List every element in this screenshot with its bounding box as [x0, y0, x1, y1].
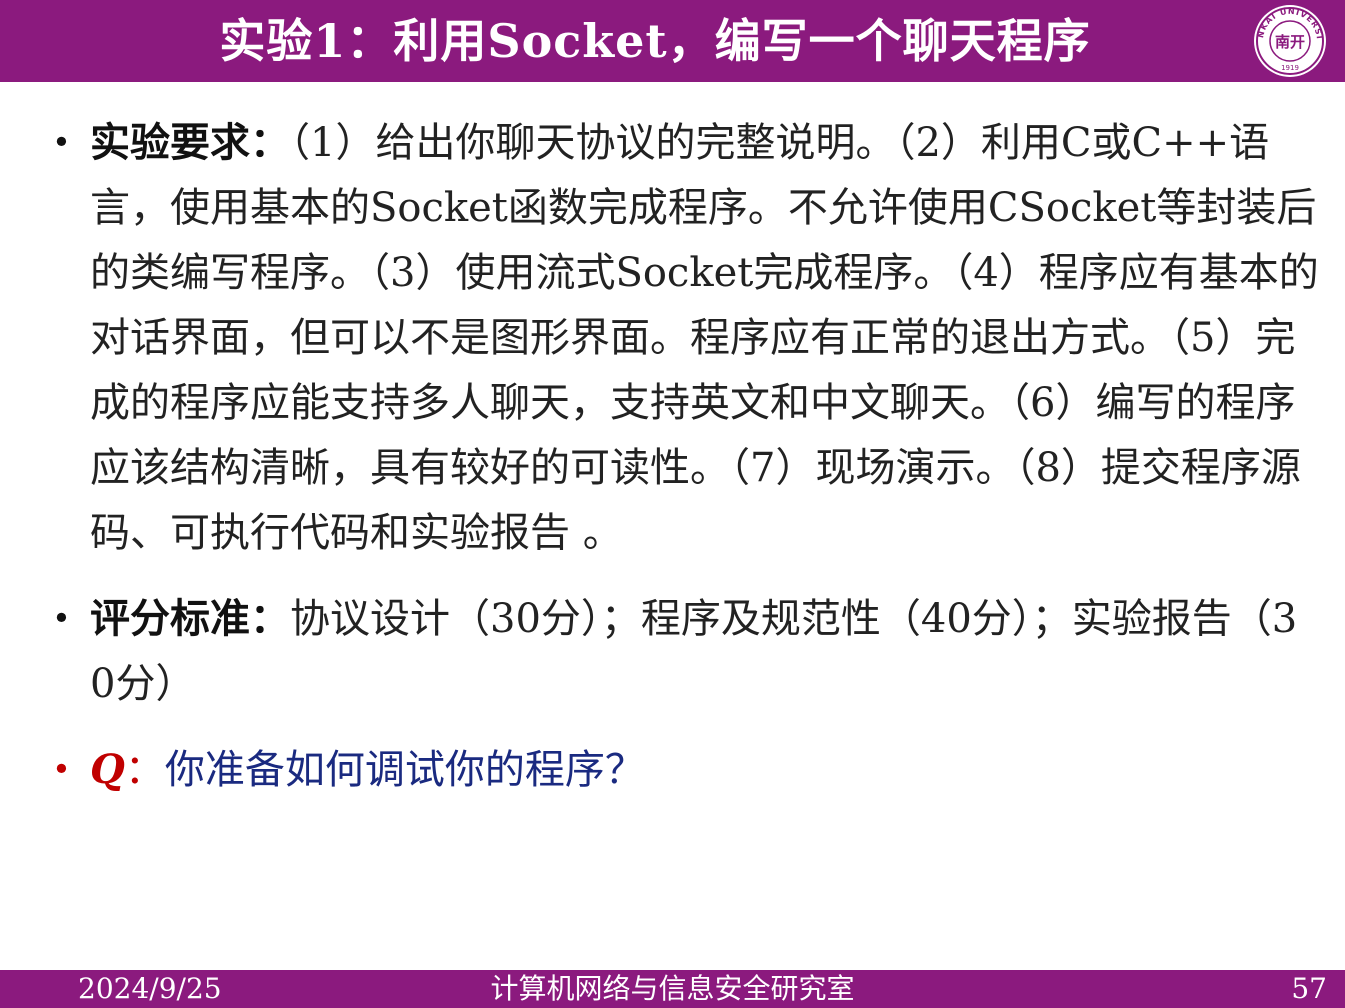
slide-content: • 实验要求：（1）给出你聊天协议的完整说明。（2）利用C或C++语言，使用基本… — [52, 110, 1322, 823]
question-letter: Q — [90, 746, 125, 793]
question-text: 你准备如何调试你的程序？ — [164, 747, 645, 793]
page-number: 57 — [1291, 972, 1327, 1005]
requirements-paragraph: 实验要求：（1）给出你聊天协议的完整说明。（2）利用C或C++语言，使用基本的S… — [90, 110, 1322, 566]
slide-title: 实验1：利用Socket，编写一个聊天程序 — [219, 14, 1091, 68]
bullet-dot-icon: • — [52, 750, 71, 788]
university-seal-icon: NANKAI UNIVERSITY 南开 1919 — [1249, 2, 1326, 77]
seal-center-text: 南开 — [1275, 33, 1305, 51]
question-paragraph: Q：你准备如何调试你的程序？ — [90, 737, 1322, 803]
grading-paragraph: 评分标准：协议设计（30分）；程序及规范性（40分）；实验报告（30分） — [90, 586, 1322, 717]
slide: 实验1：利用Socket，编写一个聊天程序 NANKAI UNIVERSITY … — [0, 0, 1345, 1008]
bullet-item-grading: • 评分标准：协议设计（30分）；程序及规范性（40分）；实验报告（30分） — [52, 586, 1322, 717]
bullet-item-question: • Q：你准备如何调试你的程序？ — [52, 737, 1322, 803]
title-bar: 实验1：利用Socket，编写一个聊天程序 NANKAI UNIVERSITY … — [0, 0, 1345, 82]
grading-label: 评分标准： — [90, 595, 290, 642]
seal-year: 1919 — [1281, 64, 1299, 72]
requirements-label: 实验要求： — [90, 119, 290, 166]
requirements-text: （1）给出你聊天协议的完整说明。（2）利用C或C++语言，使用基本的Socket… — [90, 120, 1319, 556]
question-colon: ： — [124, 747, 165, 793]
footer-org: 计算机网络与信息安全研究室 — [490, 972, 855, 1005]
footer-bar: 2024/9/25 计算机网络与信息安全研究室 57 — [0, 970, 1345, 1008]
bullet-item-requirements: • 实验要求：（1）给出你聊天协议的完整说明。（2）利用C或C++语言，使用基本… — [52, 110, 1322, 566]
bullet-dot-icon: • — [52, 123, 71, 161]
bullet-dot-icon: • — [52, 599, 71, 637]
